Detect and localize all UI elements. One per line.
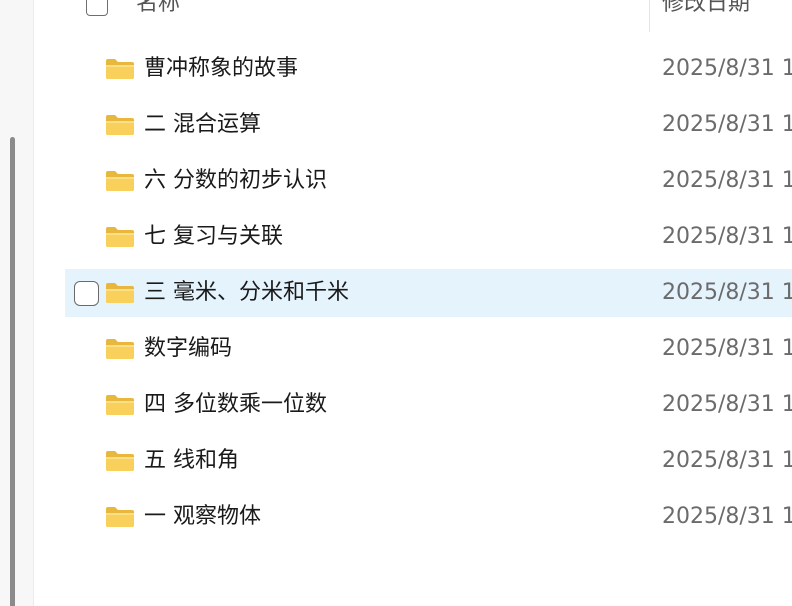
folder-icon bbox=[106, 115, 134, 135]
navigation-pane bbox=[0, 0, 34, 606]
file-name[interactable]: 三 毫米、分米和千米 bbox=[144, 269, 349, 317]
column-header-date-modified[interactable]: 修改日期 bbox=[662, 0, 750, 17]
row-checkbox[interactable] bbox=[74, 281, 99, 306]
file-name[interactable]: 一 观察物体 bbox=[144, 493, 261, 541]
file-date-modified: 2025/8/31 1 bbox=[662, 504, 792, 529]
folder-icon bbox=[106, 507, 134, 527]
folder-icon bbox=[106, 227, 134, 247]
folder-icon bbox=[106, 171, 134, 191]
file-date-modified: 2025/8/31 1 bbox=[662, 392, 792, 417]
select-all-checkbox[interactable] bbox=[86, 0, 108, 16]
folder-icon bbox=[106, 283, 134, 303]
file-date-modified: 2025/8/31 1 bbox=[662, 280, 792, 305]
file-row[interactable]: 数字编码 2025/8/31 1 bbox=[65, 325, 792, 373]
file-row-selected[interactable]: 三 毫米、分米和千米 2025/8/31 1 bbox=[65, 269, 792, 317]
file-date-modified: 2025/8/31 1 bbox=[662, 448, 792, 473]
file-name[interactable]: 二 混合运算 bbox=[144, 101, 261, 149]
file-row[interactable]: 二 混合运算 2025/8/31 1 bbox=[65, 101, 792, 149]
file-date-modified: 2025/8/31 1 bbox=[662, 168, 792, 193]
folder-icon bbox=[106, 395, 134, 415]
folder-icon bbox=[106, 451, 134, 471]
column-divider[interactable] bbox=[649, 0, 650, 32]
file-date-modified: 2025/8/31 1 bbox=[662, 224, 792, 249]
folder-icon bbox=[106, 339, 134, 359]
file-row[interactable]: 四 多位数乘一位数 2025/8/31 1 bbox=[65, 381, 792, 429]
file-row[interactable]: 五 线和角 2025/8/31 1 bbox=[65, 437, 792, 485]
file-row[interactable]: 一 观察物体 2025/8/31 1 bbox=[65, 493, 792, 541]
navigation-scrollbar[interactable] bbox=[10, 137, 15, 606]
column-header-name[interactable]: 名称 bbox=[136, 0, 180, 17]
file-row[interactable]: 七 复习与关联 2025/8/31 1 bbox=[65, 213, 792, 261]
file-row[interactable]: 曹冲称象的故事 2025/8/31 1 bbox=[65, 45, 792, 93]
folder-icon bbox=[106, 59, 134, 79]
file-name[interactable]: 曹冲称象的故事 bbox=[144, 45, 298, 93]
file-list: 名称 修改日期 曹冲称象的故事 2025/8/31 1 二 混合运算 2025/… bbox=[34, 0, 792, 606]
file-date-modified: 2025/8/31 1 bbox=[662, 112, 792, 137]
file-name[interactable]: 四 多位数乘一位数 bbox=[144, 381, 327, 429]
file-name[interactable]: 数字编码 bbox=[144, 325, 232, 373]
file-row[interactable]: 六 分数的初步认识 2025/8/31 1 bbox=[65, 157, 792, 205]
file-name[interactable]: 五 线和角 bbox=[144, 437, 239, 485]
file-explorer-window: 名称 修改日期 曹冲称象的故事 2025/8/31 1 二 混合运算 2025/… bbox=[0, 0, 792, 606]
file-date-modified: 2025/8/31 1 bbox=[662, 336, 792, 361]
column-header: 名称 修改日期 bbox=[34, 0, 792, 32]
file-date-modified: 2025/8/31 1 bbox=[662, 56, 792, 81]
file-name[interactable]: 七 复习与关联 bbox=[144, 213, 283, 261]
file-name[interactable]: 六 分数的初步认识 bbox=[144, 157, 327, 205]
